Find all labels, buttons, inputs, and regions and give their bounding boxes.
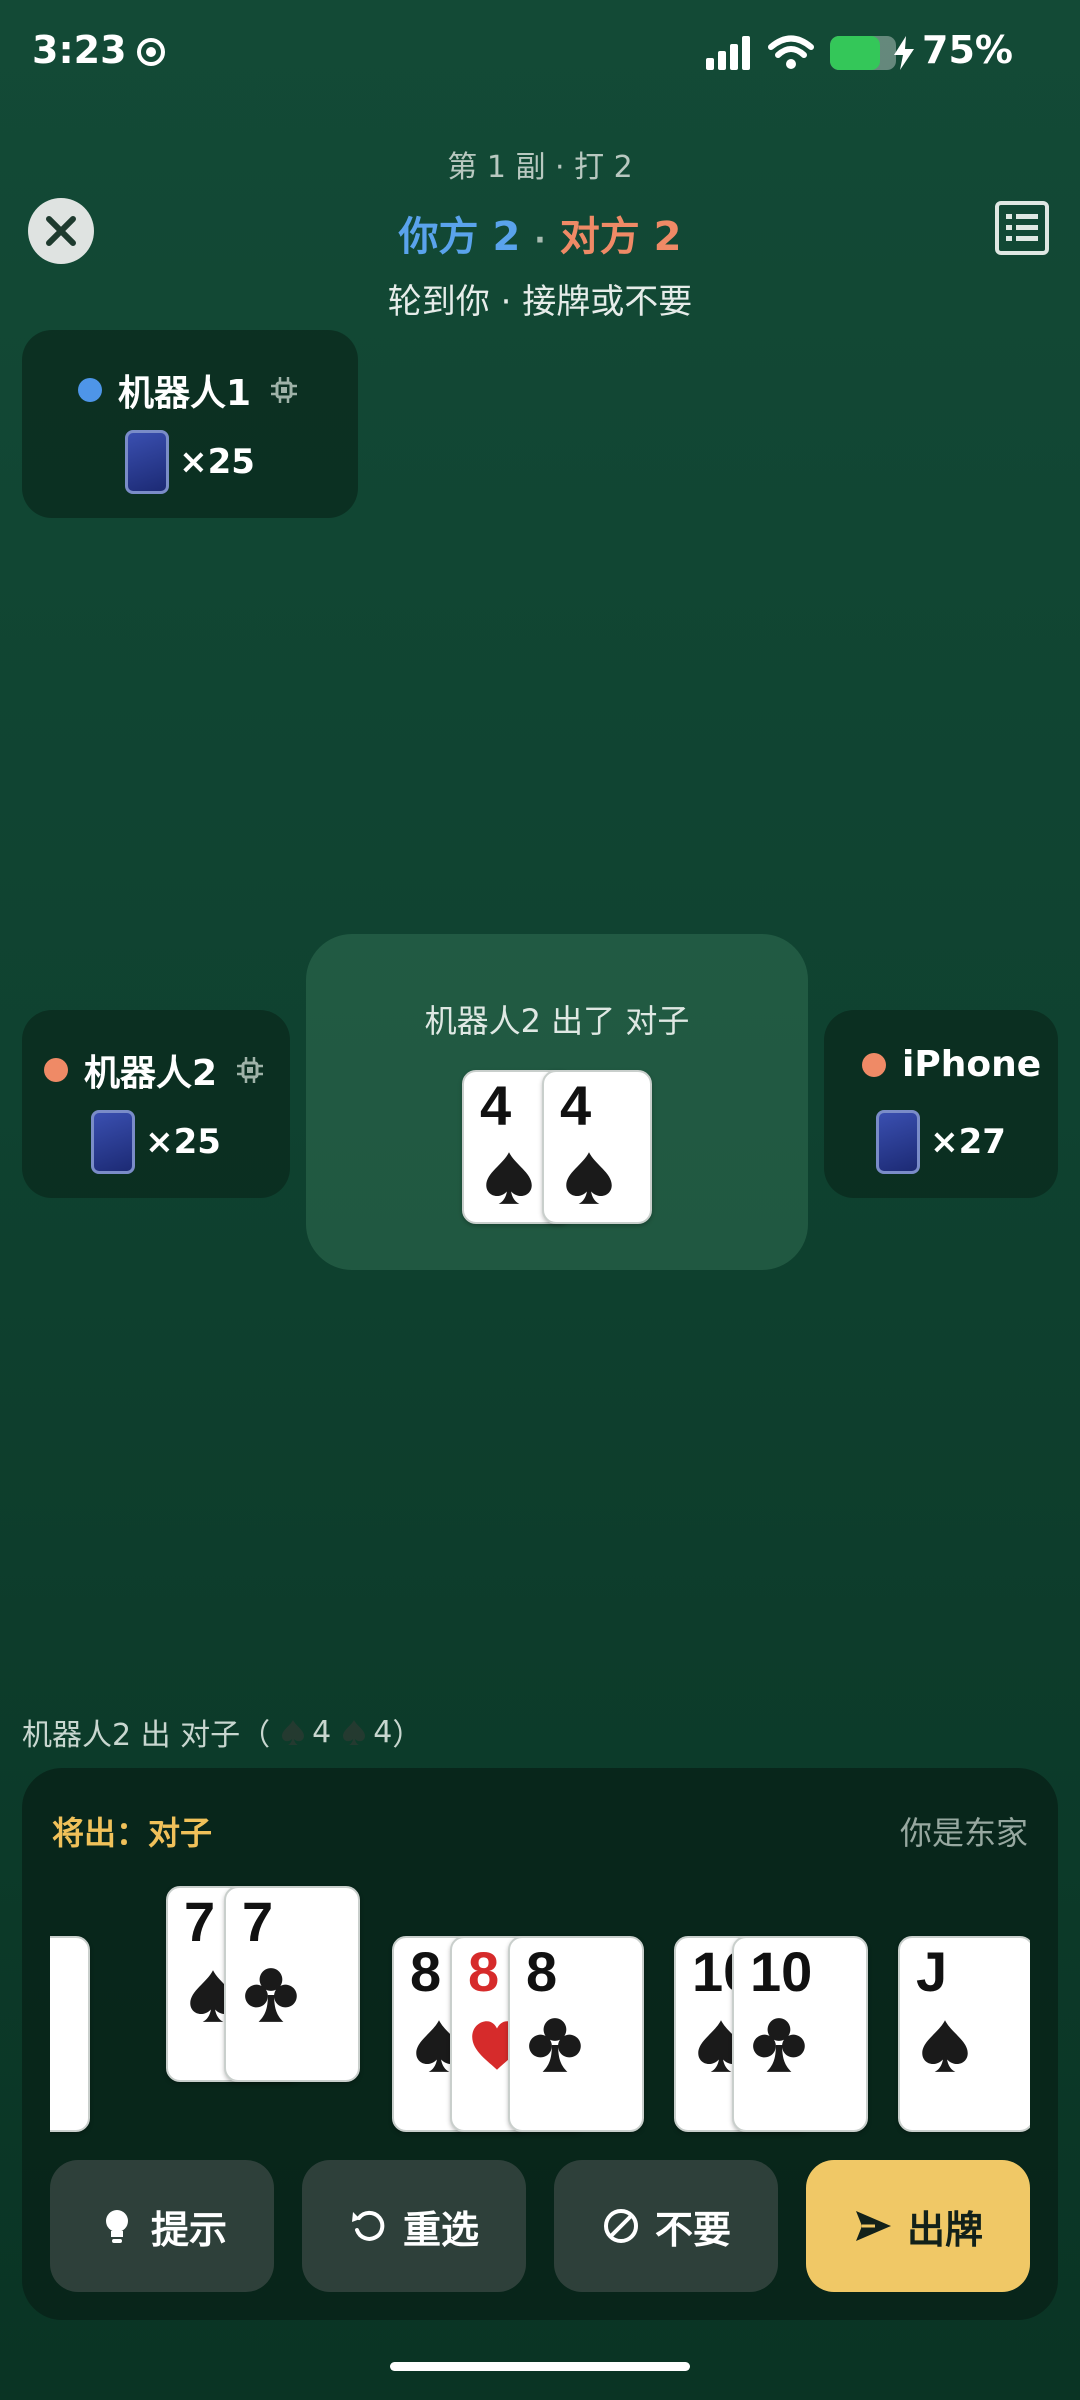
card-count: ×25 [179,442,255,482]
send-icon [855,2211,891,2241]
reset-selection-button[interactable]: 重选 [302,2160,526,2292]
card-count: ×27 [930,1122,1006,1162]
score-separator: · [534,223,546,258]
bot-chip-icon [237,1057,264,1083]
round-info: 第 1 副 · 打 2 [447,150,633,185]
score-line: 你方 2 · 对方 2 [0,204,1080,262]
card-rank: 7 [242,1890,274,1953]
card-back-icon [876,1110,921,1174]
club-icon [245,1968,297,2022]
log-card2: 4 [373,1714,393,1750]
hint-label: 提示 [150,2207,227,2252]
player-panel-right: iPhone ×27 [824,1010,1058,1198]
turn-status: 轮到你 · 接牌或不要 [387,282,693,322]
card-count-row: ×27 [824,1110,1058,1174]
card-count: ×25 [145,1122,221,1162]
reset-label: 重选 [402,2207,479,2252]
player-hand: 5778881010J [50,1870,1030,2140]
screen-record-icon [137,38,165,66]
battery-level [830,36,880,70]
history-list-icon[interactable] [994,200,1050,256]
selection-type-label: 将出：对子 [52,1814,213,1852]
card-count-row: ×25 [22,430,358,494]
lightbulb-icon [105,2210,128,2243]
team-dot [44,1058,68,1082]
undo-icon [351,2210,385,2241]
prohibit-icon [603,2209,638,2243]
seat-label: 你是东家 [899,1814,1028,1852]
card-back-icon [91,1110,136,1174]
player-panel-top: 机器人1 ×25 [22,330,358,518]
player-name-row: 机器人1 [78,364,299,416]
card-rank: 8 [526,1940,558,2003]
card-rank: 10 [750,1940,813,2003]
our-team-score: 你方 2 [398,214,521,260]
hand-card[interactable]: 7 [224,1886,360,2082]
status-time: 3:23 [32,28,127,72]
their-team-score: 对方 2 [559,214,682,260]
spade-icon [922,2020,968,2072]
pass-button[interactable]: 不要 [554,2160,778,2292]
wifi-icon [768,35,814,69]
log-prefix: 机器人2 出 对子（ [22,1718,271,1753]
play-cards-button[interactable]: 出牌 [806,2160,1030,2292]
charging-bolt-icon [894,36,914,70]
pass-label: 不要 [654,2207,731,2252]
card-rank: 8 [468,1940,500,2003]
card-rank: J [916,1940,948,2003]
player-name: iPhone [902,1044,1042,1085]
battery-icon [830,36,896,70]
club-icon [529,2018,581,2072]
hand-card[interactable]: 5 [50,1936,90,2132]
play-log: 机器人2 出 对子（ 4 4 ） [22,1710,422,1754]
hand-card[interactable]: 10 [732,1936,868,2132]
battery-percentage: 75% [922,28,1013,72]
spade-icon [343,1720,366,1745]
player-name: 机器人2 [84,1053,218,1094]
spade-icon [282,1720,305,1745]
club-icon [753,2018,805,2072]
last-play-caption: 机器人2 出了 对子 [424,1002,690,1040]
card-rank: 8 [410,1940,442,2003]
card-count-row: ×25 [22,1110,290,1174]
team-dot [78,378,102,402]
card-rank: 7 [184,1890,216,1953]
log-card1: 4 [312,1714,332,1750]
player-name-row: iPhone [862,1044,1041,1085]
home-indicator[interactable] [390,2362,690,2371]
card-back-icon [125,430,170,494]
table-play-area [306,934,808,1270]
player-name: 机器人1 [118,373,252,414]
player-panel-left: 机器人2 ×25 [22,1010,290,1198]
play-label: 出牌 [906,2207,983,2252]
player-name-row: 机器人2 [44,1044,265,1096]
hint-button[interactable]: 提示 [50,2160,274,2292]
hand-card[interactable]: 8 [508,1936,644,2132]
hand-card[interactable]: J [898,1936,1030,2132]
team-dot [862,1052,886,1077]
log-suffix: ） [392,1718,423,1753]
cellular-signal-icon [706,36,750,70]
bot-chip-icon [271,377,298,403]
